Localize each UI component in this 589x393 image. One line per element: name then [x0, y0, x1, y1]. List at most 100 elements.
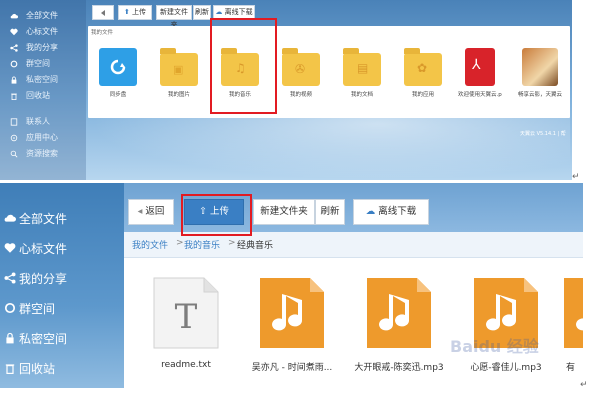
lock-icon	[6, 332, 14, 344]
file-item[interactable]: ⅄ 欢迎使用天翼云.pdf	[458, 48, 502, 98]
file-grid: T readme.txt 吴亦凡 - 时间煮雨... 大开眼戒-陈奕迅.mp3 …	[124, 258, 583, 388]
folder-document-icon: ▤	[343, 48, 381, 86]
top-screenshot: 全部文件 心标文件 我的分享 群空间 私密空间 回收站 联系人 应用中心 资源搜…	[0, 0, 572, 180]
music-file-icon	[365, 276, 433, 350]
file-name: 我的图片	[167, 92, 190, 98]
sidebar-item-share[interactable]: 我的分享	[0, 40, 86, 56]
file-item[interactable]: ♫ 我的音乐	[218, 48, 262, 98]
upload-button[interactable]: ⬆ 上传	[118, 5, 152, 20]
new-folder-button[interactable]: 新建文件夹	[253, 199, 315, 225]
apps-icon	[10, 134, 18, 142]
upload-label: 上传	[132, 8, 147, 16]
breadcrumb-my-files[interactable]: 我的文件	[132, 238, 168, 251]
music-file-icon	[258, 276, 326, 350]
sidebar-item-label: 回收站	[26, 91, 50, 100]
refresh-button[interactable]: 刷新	[315, 199, 345, 225]
trash-icon	[5, 364, 15, 374]
group-icon	[10, 60, 18, 68]
file-name: 畅享云影，天翼云...	[518, 92, 562, 98]
sidebar-item-contacts[interactable]: 联系人	[0, 114, 86, 130]
folder-picture-icon: ▣	[160, 48, 198, 86]
sidebar-item-group[interactable]: 群空间	[0, 56, 86, 72]
svg-text:T: T	[175, 297, 198, 337]
baidu-watermark: Baidu 经验	[450, 337, 539, 356]
sidebar-item-group[interactable]: 群空间	[0, 295, 124, 321]
trash-icon	[11, 93, 17, 100]
breadcrumb-current: 经典音乐	[237, 241, 274, 251]
contacts-icon	[10, 118, 18, 126]
sidebar-item-share[interactable]: 我的分享	[0, 265, 124, 291]
file-item[interactable]: 有	[562, 276, 583, 373]
file-name: readme.txt	[161, 360, 211, 370]
cloud-icon	[10, 13, 18, 19]
arrow-left-icon: ◂	[137, 206, 143, 217]
file-name: 我的视频	[289, 92, 312, 98]
back-button[interactable]	[92, 5, 114, 20]
arrow-left-icon	[101, 10, 105, 16]
sidebar-item-label: 联系人	[26, 117, 50, 126]
music-file-icon	[562, 276, 583, 350]
sidebar-item-all-files[interactable]: 全部文件	[0, 205, 124, 231]
sidebar-item-private[interactable]: 私密空间	[0, 72, 86, 88]
file-item[interactable]: 心愿-睿佳儿.mp3	[456, 276, 556, 373]
sidebar-item-label: 心标文件	[19, 242, 68, 256]
breadcrumb-separator: >	[228, 238, 236, 248]
file-item[interactable]: 畅享云影，天翼云...	[518, 48, 562, 98]
file-area: 我的文件 同步盘 ▣ 我的图片 ♫ 我的音乐 ✇ 我的视频 ▤ 我的文档 ✿ 我…	[88, 26, 570, 118]
sidebar-item-search[interactable]: 资源搜索	[0, 146, 86, 162]
share-icon	[10, 44, 18, 52]
sidebar-item-trash[interactable]: 回收站	[0, 88, 86, 104]
sidebar-item-label: 私密空间	[19, 332, 68, 346]
new-folder-button[interactable]: 新建文件夹	[156, 5, 192, 29]
return-mark: ↵	[580, 380, 588, 390]
back-button[interactable]: ◂ 返回	[128, 199, 174, 225]
sidebar-item-starred[interactable]: 心标文件	[0, 24, 86, 40]
sidebar-item-trash[interactable]: 回收站	[0, 355, 124, 381]
file-item[interactable]: ✿ 我的应用	[401, 48, 445, 98]
sidebar-item-all-files[interactable]: 全部文件	[0, 8, 86, 24]
image-thumbnail-icon	[522, 48, 558, 86]
sidebar-item-label: 我的分享	[26, 43, 58, 52]
text-file-icon: T	[152, 276, 220, 350]
sidebar-item-label: 群空间	[26, 59, 50, 68]
cloud-icon	[4, 214, 16, 222]
pdf-file-icon: ⅄	[465, 48, 495, 86]
offline-download-button[interactable]: ☁ 离线下载	[213, 5, 255, 20]
sync-icon	[99, 48, 137, 86]
sidebar-item-starred[interactable]: 心标文件	[0, 235, 124, 261]
bottom-screenshot: 全部文件 心标文件 我的分享 群空间 私密空间 回收站 ◂ 返回 ⇧ 上传 新建…	[0, 183, 583, 388]
upload-button[interactable]: ⇧ 上传	[184, 199, 244, 225]
file-name: 心愿-睿佳儿.mp3	[470, 363, 542, 373]
file-name: 我的文档	[350, 92, 373, 98]
file-item[interactable]: 吴亦凡 - 时间煮雨...	[242, 276, 342, 373]
file-item[interactable]: 同步盘	[96, 48, 140, 98]
file-item[interactable]: 大开眼戒-陈奕迅.mp3	[349, 276, 449, 373]
return-mark: ↵	[572, 172, 580, 182]
bottom-sidebar: 全部文件 心标文件 我的分享 群空间 私密空间 回收站	[0, 183, 124, 388]
file-name: 我的音乐	[228, 92, 251, 98]
sidebar-item-apps[interactable]: 应用中心	[0, 130, 86, 146]
sidebar-item-label: 回收站	[19, 362, 56, 376]
file-item[interactable]: ✇ 我的视频	[279, 48, 323, 98]
file-item[interactable]: ▤ 我的文档	[340, 48, 384, 98]
file-item[interactable]: ▣ 我的图片	[157, 48, 201, 98]
breadcrumb-my-music[interactable]: 我的音乐	[184, 238, 220, 251]
file-item[interactable]: T readme.txt	[136, 276, 236, 370]
offline-download-label: 离线下载	[378, 206, 417, 217]
file-name: 同步盘	[109, 92, 127, 98]
breadcrumb-separator: >	[176, 238, 184, 248]
refresh-button[interactable]: 刷新	[193, 5, 211, 20]
upload-label: 上传	[209, 206, 229, 217]
file-name: 我的应用	[411, 92, 434, 98]
back-label: 返回	[145, 206, 165, 217]
bottom-toolbar: ◂ 返回 ⇧ 上传 新建文件夹 刷新 ☁ 离线下载	[124, 183, 583, 232]
breadcrumb: 我的文件	[91, 30, 114, 36]
offline-download-button[interactable]: ☁ 离线下载	[353, 199, 429, 225]
search-icon	[10, 150, 18, 158]
sidebar-item-private[interactable]: 私密空间	[0, 325, 124, 351]
heart-icon	[10, 28, 18, 36]
upload-icon: ⇧	[198, 206, 207, 217]
sidebar-item-label: 应用中心	[26, 133, 58, 142]
folder-video-icon: ✇	[282, 48, 320, 86]
heart-icon	[4, 243, 16, 253]
